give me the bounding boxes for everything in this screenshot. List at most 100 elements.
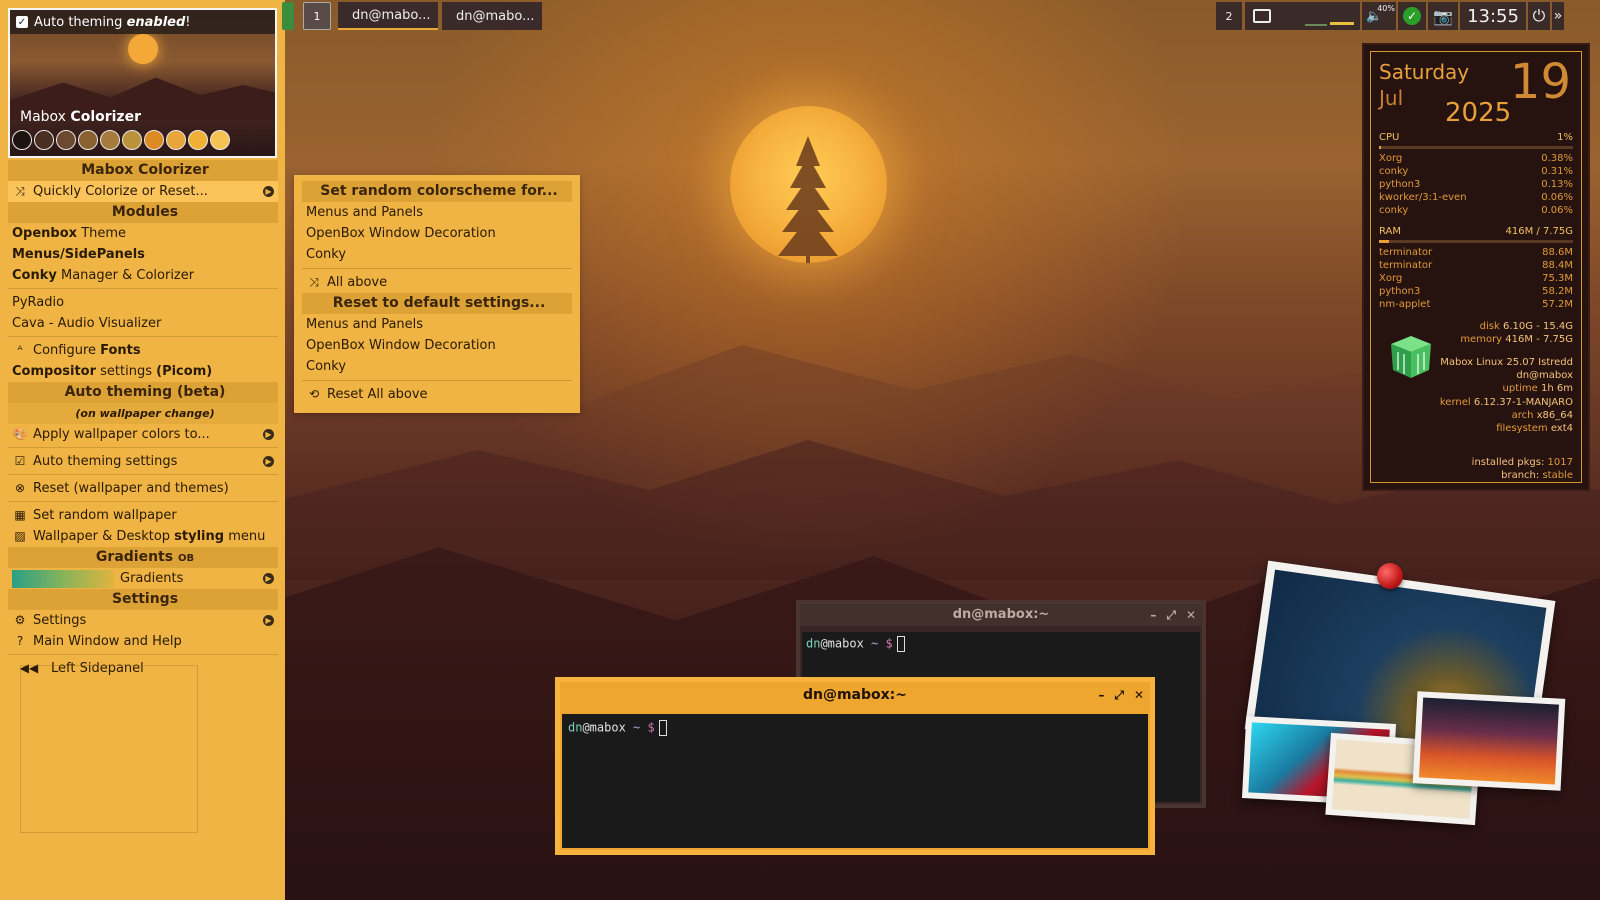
fs-label: filesystem <box>1496 423 1548 435</box>
maximize-icon[interactable]: ⤢ <box>1166 604 1176 626</box>
main-window-help-item[interactable]: ? Main Window and Help <box>8 631 278 652</box>
close-icon[interactable]: ✕ <box>1134 682 1144 708</box>
random-menus-panels-item[interactable]: Menus and Panels <box>302 202 572 223</box>
wallpaper-preview: ✓ Auto theming enabled ! Mabox Colorizer <box>8 8 277 158</box>
separator <box>302 380 572 381</box>
random-conky-item[interactable]: Conky <box>302 244 572 265</box>
process-value: 75.3M <box>1542 273 1573 284</box>
ram-label: RAM <box>1379 226 1402 237</box>
pyradio-item[interactable]: PyRadio <box>8 292 278 313</box>
prompt-user: dn <box>806 636 821 651</box>
terminal-content[interactable]: dn@mabox ~ $ <box>562 714 1148 848</box>
power-button[interactable]: ⏻ <box>1528 2 1550 30</box>
main-window-label: Main Window and Help <box>33 634 182 649</box>
color-swatch[interactable] <box>122 130 142 150</box>
process-row: kworker/3:1-even 0.06% <box>1379 191 1573 204</box>
system-monitor-applet[interactable] <box>1245 2 1360 30</box>
compositor-item[interactable]: Compositor settings (Picom) <box>8 361 278 382</box>
checkbox-checked-icon[interactable]: ✓ <box>16 16 28 28</box>
launcher-button[interactable] <box>282 2 294 30</box>
color-swatch[interactable] <box>100 130 120 150</box>
color-swatch[interactable] <box>12 130 32 150</box>
conky-rest: Manager & Colorizer <box>56 268 195 283</box>
left-sidepanel: ✓ Auto theming enabled ! Mabox Colorizer… <box>0 0 285 900</box>
reset-openbox-deco-item[interactable]: OpenBox Window Decoration <box>302 335 572 356</box>
grid-icon: ▦ <box>14 508 26 522</box>
cpu-value: 1% <box>1557 132 1573 143</box>
volume-applet[interactable]: 🔈 40% <box>1362 2 1396 30</box>
chevron-double-right-icon: » <box>1553 8 1563 24</box>
conky-packages: installed pkgs: 1017 branch: stable <box>1472 456 1573 482</box>
preview-sun <box>128 34 158 64</box>
task-terminal-1[interactable]: dn@mabo... <box>338 2 438 30</box>
color-swatch[interactable] <box>188 130 208 150</box>
uptime-label: uptime <box>1502 383 1538 395</box>
maximize-icon[interactable]: ⤢ <box>1114 682 1124 708</box>
prompt-sign: $ <box>885 636 893 651</box>
terminal-window-front[interactable]: dn@mabox:~ – ⤢ ✕ dn@mabox ~ $ <box>555 677 1155 855</box>
color-swatch[interactable] <box>78 130 98 150</box>
random-all-above-item[interactable]: ⤨ All above <box>302 272 572 293</box>
random-wallpaper-item[interactable]: ▦ Set random wallpaper <box>8 505 278 526</box>
process-value: 58.2M <box>1542 286 1573 297</box>
wallpaper-sun <box>730 106 887 263</box>
conky-frame: Saturday Jul 2025 19 CPU 1% Xorg 0.38% con… <box>1370 51 1582 483</box>
expand-button[interactable]: » <box>1552 2 1564 30</box>
apply-wallpaper-colors-item[interactable]: 🎨 Apply wallpaper colors to... ▶ <box>8 424 278 445</box>
conky-manager-item[interactable]: Conky Manager & Colorizer <box>8 265 278 286</box>
clock[interactable]: 13:55 <box>1460 2 1526 30</box>
process-value: 0.13% <box>1541 179 1573 190</box>
camera-icon: 📷 <box>1433 6 1453 26</box>
process-name: python3 <box>1379 179 1421 190</box>
text-cursor <box>896 636 905 652</box>
settings-item[interactable]: ⚙ Settings ▶ <box>8 610 278 631</box>
disk-label: disk <box>1479 321 1500 332</box>
random-openbox-deco-item[interactable]: OpenBox Window Decoration <box>302 223 572 244</box>
conky-year: 2025 <box>1445 98 1512 128</box>
preview-title-bold: Colorizer <box>70 109 141 125</box>
task-terminal-2[interactable]: dn@mabo... <box>442 2 542 30</box>
ram-bar-fill <box>1379 240 1390 243</box>
configure-fonts-item[interactable]: ᴬ Configure Fonts <box>8 340 278 361</box>
reset-conky-item[interactable]: Conky <box>302 356 572 377</box>
shuffle-icon: ⤨ <box>309 275 319 289</box>
gradients-item[interactable]: Gradients ▶ <box>8 568 278 589</box>
minimize-icon[interactable]: – <box>1098 682 1104 708</box>
auto-theming-settings-item[interactable]: ☑ Auto theming settings ▶ <box>8 451 278 472</box>
process-value: 88.4M <box>1542 260 1573 271</box>
checkbox-icon: ☑ <box>14 454 26 468</box>
process-name: conky <box>1379 205 1409 216</box>
colorize-submenu: Set random colorscheme for... Menus and … <box>294 175 580 413</box>
wallpaper-styling-item[interactable]: ▨ Wallpaper & Desktop styling menu <box>8 526 278 547</box>
openbox-theme-item[interactable]: Openbox Theme <box>8 223 278 244</box>
update-status-applet[interactable]: ✓ <box>1398 2 1426 30</box>
cava-item[interactable]: Cava - Audio Visualizer <box>8 313 278 334</box>
header-mabox-colorizer: Mabox Colorizer <box>8 160 278 181</box>
tray-count[interactable]: 2 <box>1216 2 1242 30</box>
color-swatch[interactable] <box>34 130 54 150</box>
color-swatch[interactable] <box>56 130 76 150</box>
quick-colorize-item[interactable]: ⤨ Quickly Colorize or Reset... ▶ <box>8 181 278 202</box>
settings-label: Settings <box>33 613 87 628</box>
gears-icon: ⚙ <box>14 613 26 627</box>
terminal-titlebar[interactable]: dn@mabox:~ – ⤢ ✕ <box>800 604 1202 626</box>
color-swatch[interactable] <box>144 130 164 150</box>
process-row: terminator 88.4M <box>1379 259 1573 272</box>
process-value: 0.06% <box>1541 192 1573 203</box>
reset-all-above-item[interactable]: ⟲ Reset All above <box>302 384 572 405</box>
close-icon[interactable]: ✕ <box>1186 604 1196 626</box>
screenshot-button[interactable]: 📷 <box>1428 2 1458 30</box>
terminal-titlebar[interactable]: dn@mabox:~ – ⤢ ✕ <box>560 682 1150 708</box>
separator <box>302 268 572 269</box>
header-random-colorscheme: Set random colorscheme for... <box>302 181 572 202</box>
auto-theming-toggle[interactable]: ✓ Auto theming enabled ! <box>10 10 275 34</box>
reset-menus-panels-item[interactable]: Menus and Panels <box>302 314 572 335</box>
menus-sidepanels-item[interactable]: Menus/SidePanels <box>8 244 278 265</box>
color-swatch[interactable] <box>166 130 186 150</box>
reset-wallpaper-item[interactable]: ⊗ Reset (wallpaper and themes) <box>8 478 278 499</box>
pkgs-label: installed pkgs: <box>1471 457 1545 468</box>
minimize-icon[interactable]: – <box>1150 604 1156 626</box>
arch-label: arch <box>1511 409 1534 421</box>
color-swatch[interactable] <box>210 130 230 150</box>
workspace-1-button[interactable]: 1 <box>303 2 331 30</box>
